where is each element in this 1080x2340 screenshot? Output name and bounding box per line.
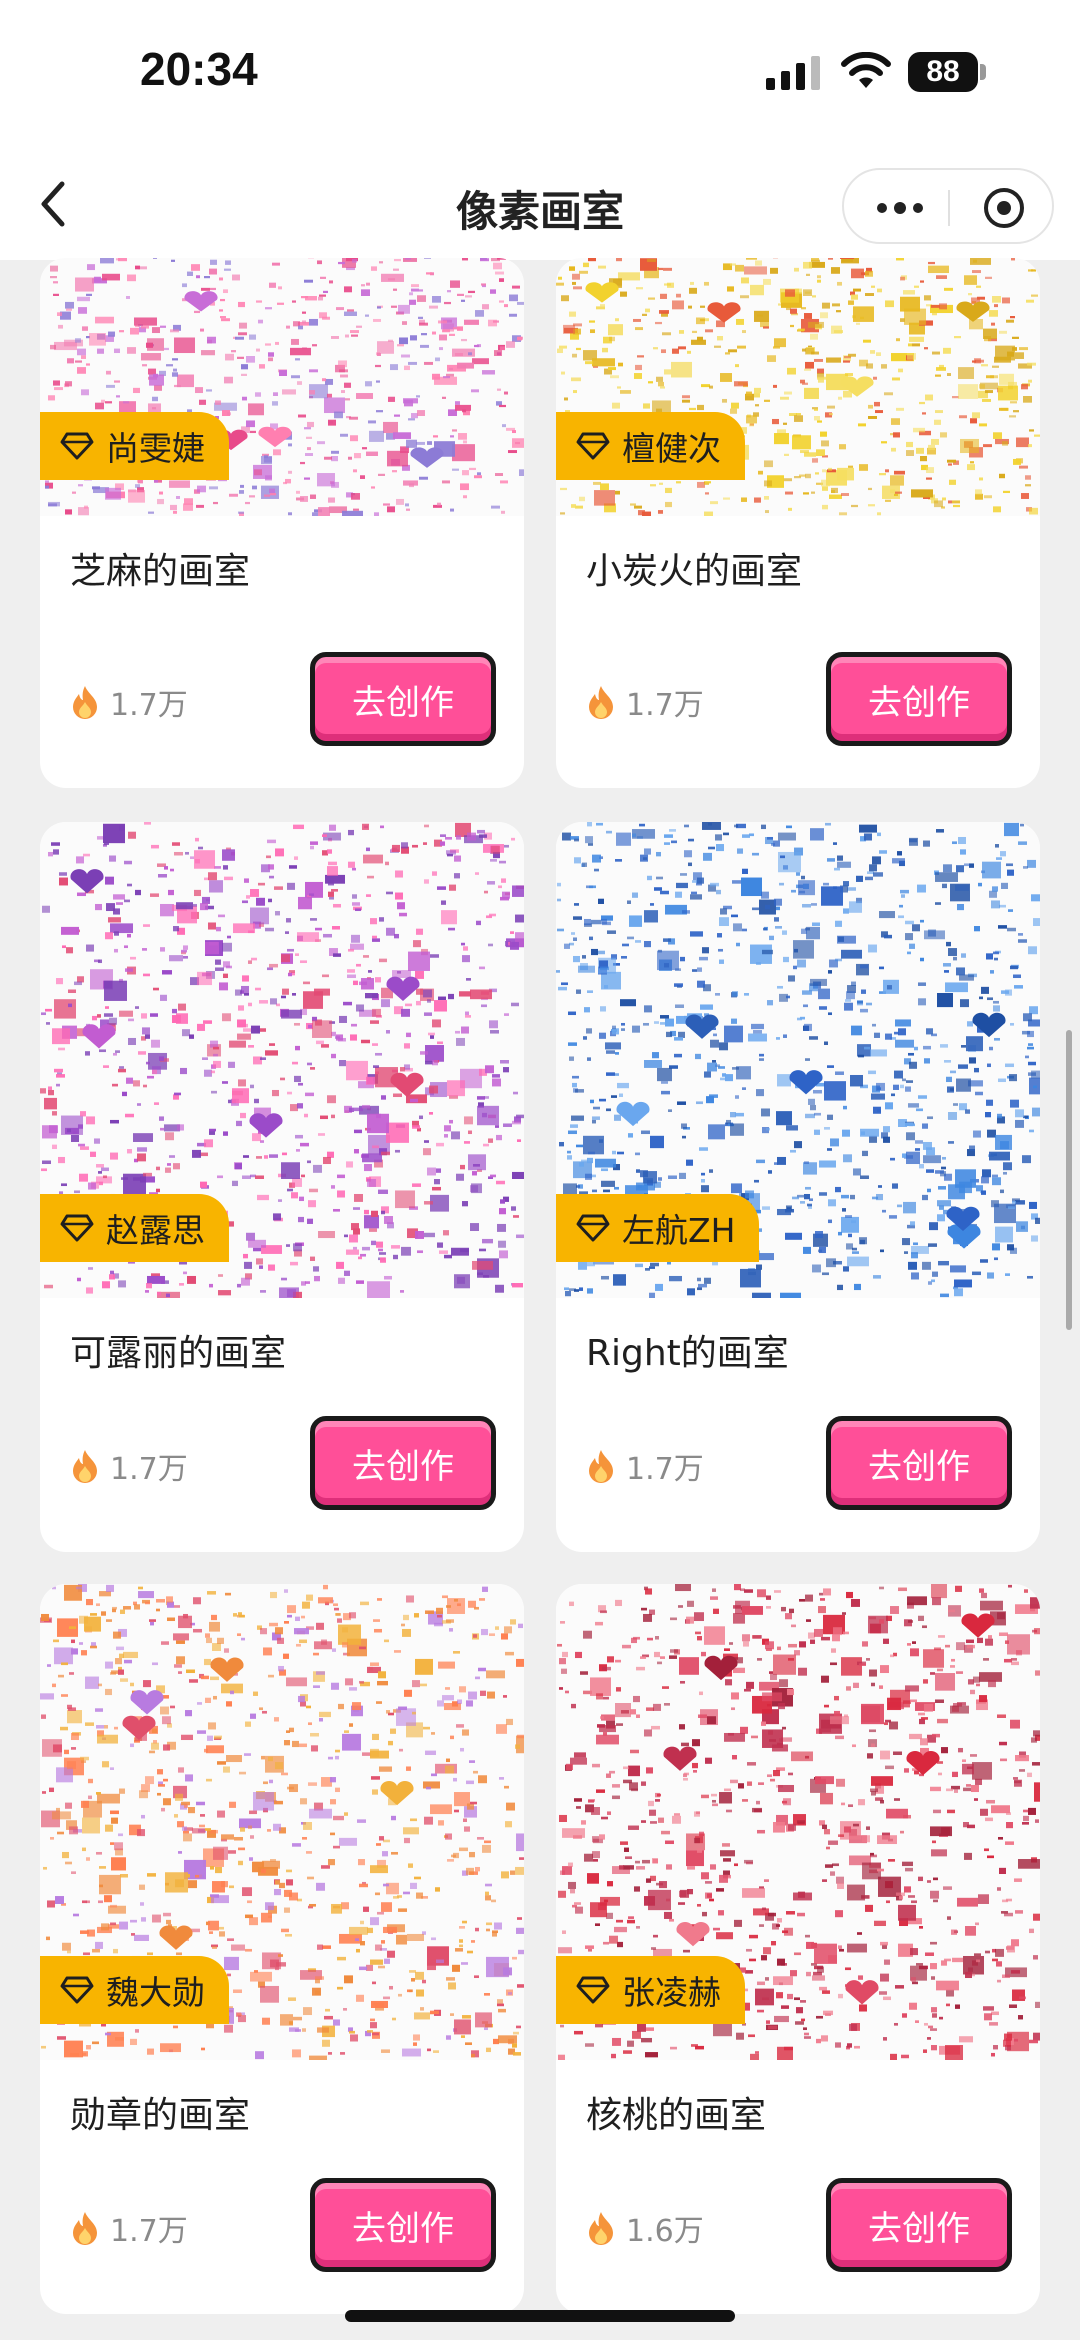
go-create-button[interactable]: 去创作 [310,1416,496,1510]
diamond-icon [60,1214,94,1242]
home-indicator[interactable] [345,2310,735,2322]
popularity-value: 1.7万 [110,2214,188,2249]
popularity-value: 1.6万 [626,2214,704,2249]
studio-card[interactable]: 魏大勋勋章的画室 1.7万 去创作 [40,1584,524,2314]
popularity-value: 1.7万 [626,1452,704,1487]
go-create-button[interactable]: 去创作 [826,2178,1012,2272]
studio-name: 芝麻的画室 [70,551,251,592]
fire-icon [589,1450,613,1483]
go-create-button[interactable]: 去创作 [826,652,1012,746]
studio-name: 勋章的画室 [70,2095,251,2136]
popularity-count: 1.7万 [586,1444,704,1488]
mini-program-capsule [842,168,1054,244]
scrollbar[interactable] [1066,1030,1072,1330]
creator-name: 张凌赫 [622,1973,721,2012]
diamond-icon [576,1976,610,2004]
creator-name: 檀健次 [622,429,721,468]
creator-tag: 魏大勋 [40,1956,229,2024]
creator-name: 尚雯婕 [106,429,205,468]
go-create-button[interactable]: 去创作 [310,2178,496,2272]
fire-icon [589,686,613,719]
diamond-icon [576,1214,610,1242]
popularity-count: 1.7万 [70,1444,188,1488]
creator-name: 赵露思 [106,1211,205,1250]
more-options-icon[interactable] [872,194,928,222]
studio-name: Right的画室 [586,1333,789,1374]
capsule-divider [948,190,950,226]
creator-name: 左航ZH [622,1211,736,1250]
fire-icon [73,2212,97,2245]
status-bar: 20:34 88 [0,0,1080,150]
go-create-button[interactable]: 去创作 [310,652,496,746]
cellular-signal-icon [766,56,820,90]
studio-card[interactable]: 檀健次小炭火的画室 1.7万 去创作 [556,258,1040,788]
popularity-count: 1.6万 [586,2206,704,2250]
studio-card[interactable]: 赵露思可露丽的画室 1.7万 去创作 [40,822,524,1552]
popularity-count: 1.7万 [586,680,704,724]
studio-name: 可露丽的画室 [70,1333,287,1374]
studio-card[interactable]: 张凌赫核桃的画室 1.6万 去创作 [556,1584,1040,2314]
diamond-icon [60,1976,94,2004]
popularity-value: 1.7万 [626,688,704,723]
studio-card[interactable]: 尚雯婕芝麻的画室 1.7万 去创作 [40,258,524,788]
popularity-count: 1.7万 [70,2206,188,2250]
nav-bar: 像素画室 [0,150,1080,260]
popularity-count: 1.7万 [70,680,188,724]
creator-tag: 尚雯婕 [40,412,229,480]
creator-tag: 檀健次 [556,412,745,480]
diamond-icon [60,432,94,460]
wifi-icon [841,52,891,88]
creator-tag: 赵露思 [40,1194,229,1262]
battery-tip [980,64,986,80]
close-mini-program-icon[interactable] [982,186,1026,230]
fire-icon [73,1450,97,1483]
battery-level: 88 [926,55,960,88]
fire-icon [73,686,97,719]
creator-tag: 张凌赫 [556,1956,745,2024]
popularity-value: 1.7万 [110,1452,188,1487]
fire-icon [589,2212,613,2245]
creator-tag: 左航ZH [556,1194,760,1262]
diamond-icon [576,432,610,460]
battery-icon: 88 [908,52,978,92]
studio-name: 小炭火的画室 [586,551,803,592]
studio-name: 核桃的画室 [586,2095,767,2136]
studio-card[interactable]: 左航ZH Right的画室 1.7万 去创作 [556,822,1040,1552]
popularity-value: 1.7万 [110,688,188,723]
go-create-button[interactable]: 去创作 [826,1416,1012,1510]
creator-name: 魏大勋 [106,1973,205,2012]
status-time: 20:34 [140,43,258,95]
